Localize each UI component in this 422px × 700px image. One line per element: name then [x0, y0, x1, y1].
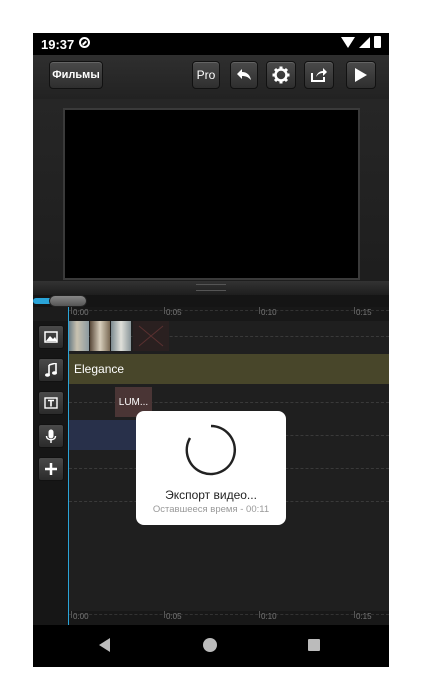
do-not-disturb-icon	[79, 37, 90, 48]
status-time: 19:37	[41, 37, 75, 52]
play-button[interactable]	[346, 61, 376, 89]
resize-grip-icon[interactable]	[196, 284, 226, 291]
video-preview-screen[interactable]	[63, 108, 360, 280]
ruler-label: 0:10	[261, 308, 277, 317]
settings-button[interactable]	[266, 61, 296, 89]
export-progress-dialog: Экспорт видео... Оставшееся время - 00:1…	[136, 411, 286, 525]
ruler-label: 0:05	[166, 612, 182, 621]
music-note-icon	[45, 363, 57, 377]
music-track-clip[interactable]: Elegance	[69, 354, 389, 384]
video-preview-area	[33, 99, 389, 295]
phone-screen: 19:37 Фильмы Pro 0:00 0:05 0:10 0:15 Ele…	[33, 33, 389, 667]
ruler-label: 0:15	[356, 308, 372, 317]
microphone-icon	[45, 429, 57, 443]
signal-icon	[359, 36, 370, 48]
track-type-sidebar	[33, 321, 69, 625]
add-music-button[interactable]	[38, 358, 64, 382]
add-title-button[interactable]	[38, 391, 64, 415]
play-icon	[355, 68, 367, 82]
recent-apps-icon[interactable]	[308, 639, 320, 651]
scrub-handle[interactable]	[49, 295, 87, 307]
share-icon	[311, 68, 327, 82]
wifi-icon	[341, 36, 355, 48]
status-bar: 19:37	[33, 33, 389, 55]
ruler-label: 0:05	[166, 308, 182, 317]
loading-spinner-icon	[185, 424, 237, 476]
share-button[interactable]	[304, 61, 334, 89]
export-title: Экспорт видео...	[165, 488, 257, 502]
gear-icon	[272, 66, 290, 84]
empty-clip-placeholder[interactable]	[133, 321, 169, 351]
ruler-label: 0:10	[261, 612, 277, 621]
add-media-button[interactable]	[38, 325, 64, 349]
add-voiceover-button[interactable]	[38, 424, 64, 448]
plus-icon	[45, 463, 57, 475]
playhead[interactable]	[68, 307, 69, 625]
top-toolbar: Фильмы Pro	[33, 55, 389, 99]
battery-icon	[374, 36, 381, 48]
pro-button[interactable]: Pro	[192, 61, 220, 89]
timeline-ruler-top: 0:00 0:05 0:10 0:15	[69, 307, 389, 321]
ruler-label: 0:00	[73, 308, 89, 317]
ruler-label: 0:00	[73, 612, 89, 621]
add-track-button[interactable]	[38, 457, 64, 481]
back-icon[interactable]	[99, 638, 110, 652]
scrub-bar[interactable]	[33, 295, 389, 307]
films-button[interactable]: Фильмы	[49, 61, 103, 89]
undo-button[interactable]	[230, 61, 258, 89]
ruler-label: 0:15	[356, 612, 372, 621]
text-icon	[44, 397, 58, 409]
android-nav-bar	[33, 625, 389, 667]
timeline-ruler-bottom: 0:00 0:05 0:10 0:15	[69, 611, 389, 625]
export-remaining-time: Оставшееся время - 00:11	[152, 504, 270, 515]
home-icon[interactable]	[203, 638, 217, 652]
video-clip[interactable]	[69, 321, 131, 351]
undo-icon	[237, 69, 251, 80]
image-icon	[44, 331, 58, 343]
